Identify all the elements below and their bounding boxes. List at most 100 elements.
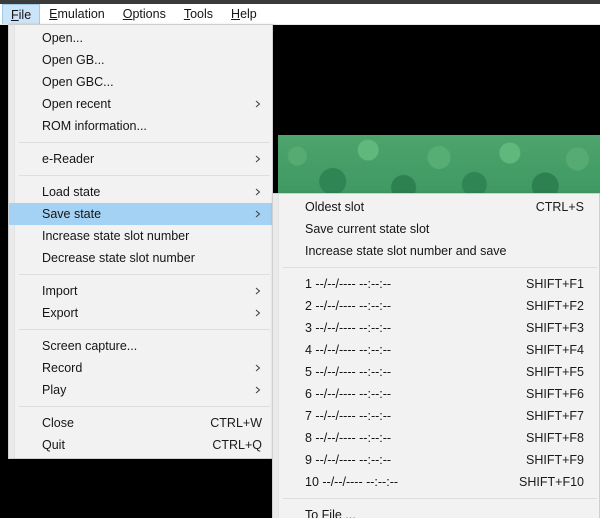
menu-item-label: 10 --/--/---- --:--:-- [305,475,398,489]
menubar-item-label: Emulation [49,7,105,21]
file-menu-item-play[interactable]: Play [9,379,272,401]
file-menu-item-close[interactable]: Close CTRL+W [9,412,272,434]
menu-item-label: 6 --/--/---- --:--:-- [305,387,391,401]
save-state-item-5[interactable]: 5 --/--/---- --:--:-- SHIFT+F5 [273,361,599,383]
save-state-item-10[interactable]: 10 --/--/---- --:--:--SHIFT+F10 [273,471,599,493]
menu-item-label: 8 --/--/---- --:--:-- [305,431,391,445]
menu-item-label: Oldest slot [305,200,364,214]
menu-item-shortcut: SHIFT+F7 [484,409,584,423]
menu-item-label: Save current state slot [305,222,429,236]
chevron-right-icon [254,386,262,394]
menu-item-label: To File ... [305,508,356,518]
chevron-right-icon [254,309,262,317]
menu-item-label: Increase state slot number [42,229,189,243]
file-menu-item-open[interactable]: Open... [9,27,272,49]
file-menu-popup: Open... Open GB... Open GBC... Open recent R… [8,24,273,459]
chevron-right-icon [254,188,262,196]
save-state-item-increase-state-slot-number-and-save[interactable]: Increase state slot number and save [273,240,599,262]
menu-item-label: Open recent [42,97,111,111]
menu-item-label: Quit [42,438,65,452]
menubar-item-label: Tools [184,7,213,21]
menu-item-label: Increase state slot number and save [305,244,507,258]
menu-separator [19,329,270,330]
save-state-item-4[interactable]: 4 --/--/---- --:--:-- SHIFT+F4 [273,339,599,361]
menu-item-shortcut: SHIFT+F1 [484,277,584,291]
chevron-right-icon [254,210,262,218]
menu-item-shortcut: SHIFT+F8 [484,431,584,445]
file-menu-item-screen-capture[interactable]: Screen capture... [9,335,272,357]
file-menu-item-rom-information[interactable]: ROM information... [9,115,272,137]
file-menu-item-export[interactable]: Export [9,302,272,324]
file-menu-item-open-gb[interactable]: Open GB... [9,49,272,71]
save-state-item-8[interactable]: 8 --/--/---- --:--:-- SHIFT+F8 [273,427,599,449]
chevron-right-icon [254,100,262,108]
chevron-right-icon [254,364,262,372]
menu-item-label: e-Reader [42,152,94,166]
emulator-window: FileEmulationOptionsToolsHelp Open...Ope… [0,0,600,518]
menu-bar: File Emulation Options Tools Help [0,4,600,25]
menubar-item-tools[interactable]: Tools [175,4,222,24]
menu-separator [283,498,597,499]
menu-item-label: Record [42,361,82,375]
menu-item-label: Export [42,306,78,320]
file-menu-item-decrease-state-slot-number[interactable]: Decrease state slot number [9,247,272,269]
menu-item-label: 4 --/--/---- --:--:-- [305,343,391,357]
menu-item-shortcut: CTRL+S [484,200,584,214]
menu-separator [19,406,270,407]
file-menu-item-record[interactable]: Record [9,357,272,379]
menu-separator [283,267,597,268]
menu-item-shortcut: SHIFT+F4 [484,343,584,357]
save-state-item-9[interactable]: 9 --/--/---- --:--:-- SHIFT+F9 [273,449,599,471]
menubar-item-label: File [11,8,31,22]
menu-item-label: Load state [42,185,100,199]
file-menu-item-save-state[interactable]: Save state [9,203,272,225]
menu-item-label: Screen capture... [42,339,137,353]
file-menu-item-e-reader[interactable]: e-Reader [9,148,272,170]
file-menu-item-increase-state-slot-number[interactable]: Increase state slot number [9,225,272,247]
menubar-item-label: Options [123,7,166,21]
menu-item-label: Open... [42,31,83,45]
menu-item-shortcut: CTRL+W [180,416,262,430]
save-state-item-6[interactable]: 6 --/--/---- --:--:-- SHIFT+F6 [273,383,599,405]
menu-item-label: Open GBC... [42,75,114,89]
menu-item-label: 7 --/--/---- --:--:-- [305,409,391,423]
menu-item-shortcut: SHIFT+F6 [484,387,584,401]
save-state-item-save-current-state-slot[interactable]: Save current state slot [273,218,599,240]
menu-item-shortcut: SHIFT+F9 [484,453,584,467]
menubar-item-emulation[interactable]: Emulation [40,4,114,24]
save-state-item-2[interactable]: 2 --/--/---- --:--:-- SHIFT+F2 [273,295,599,317]
menubar-item-help[interactable]: Help [222,4,266,24]
file-menu-item-load-state[interactable]: Load state [9,181,272,203]
menubar-item-label: Help [231,7,257,21]
file-menu-item-quit[interactable]: Quit CTRL+Q [9,434,272,456]
menu-item-label: 1 --/--/---- --:--:-- [305,277,391,291]
menu-item-label: 9 --/--/---- --:--:-- [305,453,391,467]
save-state-item-7[interactable]: 7 --/--/---- --:--:-- SHIFT+F7 [273,405,599,427]
menu-item-shortcut: SHIFT+F2 [484,299,584,313]
menu-item-shortcut: SHIFT+F3 [484,321,584,335]
menu-separator [19,274,270,275]
save-state-item-to-file[interactable]: To File ... [273,504,599,518]
chevron-right-icon [254,287,262,295]
menu-separator [19,142,270,143]
menu-item-label: 5 --/--/---- --:--:-- [305,365,391,379]
file-menu-item-open-recent[interactable]: Open recent [9,93,272,115]
chevron-right-icon [254,155,262,163]
menu-separator [19,175,270,176]
menu-item-label: Save state [42,207,101,221]
file-menu-item-import[interactable]: Import [9,280,272,302]
menubar-item-options[interactable]: Options [114,4,175,24]
menu-item-shortcut: CTRL+Q [182,438,262,452]
save-state-item-oldest-slot[interactable]: Oldest slot CTRL+S [273,196,599,218]
menu-item-label: Import [42,284,77,298]
game-sky-region [278,25,600,135]
file-menu-item-open-gbc[interactable]: Open GBC... [9,71,272,93]
save-state-item-1[interactable]: 1 --/--/---- --:--:-- SHIFT+F1 [273,273,599,295]
menubar-item-file[interactable]: File [2,4,40,24]
save-state-item-3[interactable]: 3 --/--/---- --:--:-- SHIFT+F3 [273,317,599,339]
menu-item-label: ROM information... [42,119,147,133]
menu-item-label: 3 --/--/---- --:--:-- [305,321,391,335]
menu-item-label: Close [42,416,74,430]
menu-item-label: 2 --/--/---- --:--:-- [305,299,391,313]
menu-item-shortcut: SHIFT+F5 [484,365,584,379]
